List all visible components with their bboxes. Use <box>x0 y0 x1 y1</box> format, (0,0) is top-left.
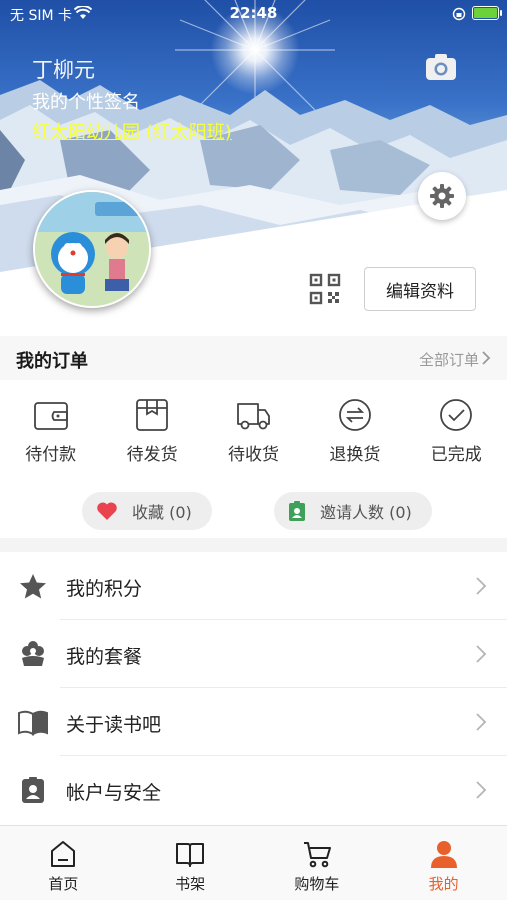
profile-page: 无 SIM 卡 22:48 丁柳元 我的个性签名 红太阳幼儿园 (红太阳班) 编… <box>0 0 507 900</box>
tab-label: 购物车 <box>294 875 340 893</box>
order-pending-payment[interactable]: 待付款 <box>0 380 101 480</box>
cart-icon <box>303 842 331 868</box>
badge-icon <box>289 501 305 521</box>
order-item-label: 已完成 <box>430 445 482 465</box>
truck-icon <box>237 403 271 430</box>
gear-icon <box>430 184 454 208</box>
check-circle-icon <box>440 399 473 431</box>
badge-icon <box>22 777 44 803</box>
section-divider <box>0 538 507 552</box>
user-signature[interactable]: 我的个性签名 <box>32 88 140 114</box>
order-pending-receipt[interactable]: 待收货 <box>203 380 304 480</box>
chevron-right-icon <box>476 645 487 663</box>
chevron-right-icon <box>476 577 487 595</box>
favorites-label: 收藏 (0) <box>132 503 192 522</box>
orientation-lock-icon <box>452 7 466 21</box>
flower-icon <box>22 641 44 666</box>
tab-home[interactable]: 首页 <box>0 826 127 900</box>
order-completed[interactable]: 已完成 <box>406 380 507 480</box>
stats-row: 收藏 (0) 邀请人数 (0) <box>0 480 507 538</box>
settings-button[interactable] <box>418 172 466 220</box>
tab-me[interactable]: 我的 <box>380 826 507 900</box>
order-pending-shipment[interactable]: 待发货 <box>101 380 202 480</box>
exchange-icon <box>338 399 371 431</box>
invites-pill[interactable]: 邀请人数 (0) <box>274 492 432 530</box>
chevron-right-icon[interactable] <box>481 350 491 366</box>
camera-icon[interactable] <box>424 50 458 84</box>
qr-code-icon[interactable] <box>309 273 341 305</box>
chevron-right-icon <box>476 713 487 731</box>
book-icon <box>18 710 48 736</box>
edit-profile-button[interactable]: 编辑资料 <box>364 267 476 311</box>
tab-label: 首页 <box>48 875 79 893</box>
chevron-right-icon <box>476 781 487 799</box>
wallet-icon <box>33 402 68 430</box>
tab-label: 书架 <box>175 875 206 893</box>
settings-menu: 我的积分 我的套餐 关于读书吧 帐户与安全 <box>0 552 507 824</box>
person-icon <box>430 841 457 868</box>
menu-item-label: 关于读书吧 <box>66 714 162 736</box>
favorites-pill[interactable]: 收藏 (0) <box>82 492 212 530</box>
menu-item-about[interactable]: 关于读书吧 <box>0 688 507 756</box>
tab-bookshelf[interactable]: 书架 <box>127 826 254 900</box>
menu-item-account-security[interactable]: 帐户与安全 <box>0 756 507 824</box>
status-bar: 无 SIM 卡 22:48 <box>0 0 507 28</box>
bookshelf-icon <box>176 843 205 867</box>
package-icon <box>136 399 168 431</box>
avatar[interactable] <box>33 190 151 308</box>
menu-item-label: 我的套餐 <box>66 646 143 668</box>
menu-item-label: 帐户与安全 <box>66 782 162 804</box>
star-icon <box>20 574 46 599</box>
order-status-row: 待付款 待发货 待收货 退换货 已完成 <box>0 380 507 480</box>
all-orders-link[interactable]: 全部订单 <box>419 349 479 370</box>
menu-item-label: 我的积分 <box>66 578 143 600</box>
battery-icon <box>472 6 502 20</box>
order-returns[interactable]: 退换货 <box>304 380 405 480</box>
status-time: 22:48 <box>229 4 278 22</box>
order-item-label: 待付款 <box>25 445 77 465</box>
order-item-label: 待发货 <box>126 445 178 465</box>
orders-title: 我的订单 <box>16 351 88 372</box>
order-item-label: 待收货 <box>227 445 279 465</box>
heart-icon <box>97 502 117 520</box>
avatar-cartoon-image <box>35 192 149 306</box>
user-name: 丁柳元 <box>32 58 95 82</box>
tab-bar: 首页 书架 购物车 我的 <box>0 825 507 900</box>
menu-item-package[interactable]: 我的套餐 <box>0 620 507 688</box>
tab-label: 我的 <box>428 875 459 893</box>
orders-header: 我的订单 全部订单 <box>0 336 507 380</box>
menu-item-points[interactable]: 我的积分 <box>0 552 507 620</box>
order-item-label: 退换货 <box>329 445 381 465</box>
home-icon <box>51 841 76 867</box>
invites-label: 邀请人数 (0) <box>320 503 412 522</box>
school-link[interactable]: 红太阳幼儿园 (红太阳班) <box>32 118 232 144</box>
tab-cart[interactable]: 购物车 <box>254 826 381 900</box>
